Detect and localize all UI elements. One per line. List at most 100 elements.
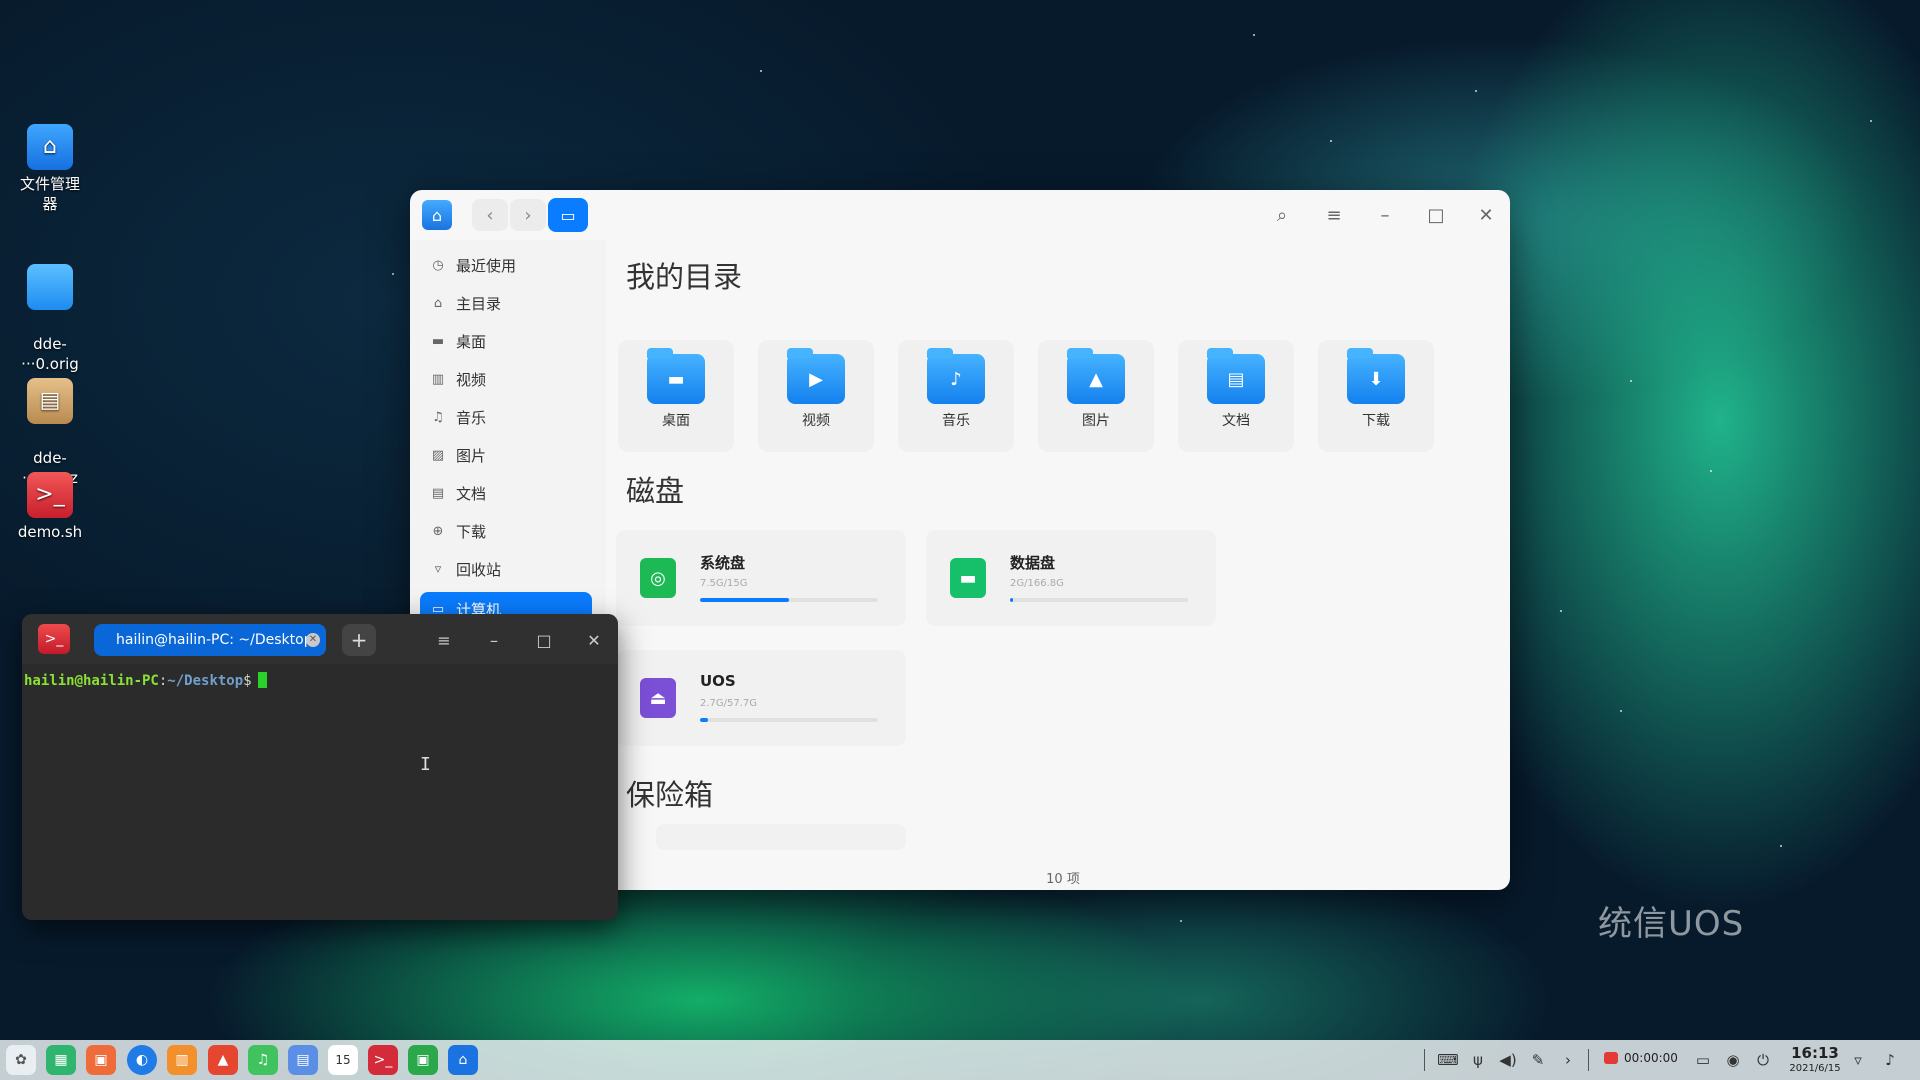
contacts-icon[interactable]: ▤ [288,1045,318,1075]
close-button[interactable]: ✕ [1466,200,1506,230]
disk-icon: ◎ [640,558,676,598]
picture-icon: ▨ [431,447,445,463]
dir-tile-music[interactable]: ♪ 音乐 [898,340,1014,452]
terminal-menu-button[interactable]: ≡ [424,626,464,654]
clock-time: 16:13 [1791,1044,1839,1062]
launcher-icon[interactable]: ✿ [6,1045,36,1075]
chevron-right-icon[interactable]: › [1554,1040,1582,1080]
disk-usage-bar [700,718,878,722]
sidebar-item-trash[interactable]: ▿ 回收站 [420,552,592,586]
document-folder-icon: ▤ [1207,348,1265,404]
trash-tray-icon[interactable]: ▿ [1844,1040,1872,1080]
usb-icon[interactable]: ψ [1464,1040,1492,1080]
keyboard-icon[interactable]: ⌨ [1434,1040,1462,1080]
chevron-right-icon: › [524,204,532,226]
sidebar-item-label: 下载 [456,522,487,541]
network-icon[interactable]: ◉ [1720,1040,1746,1080]
sidebar-item-documents[interactable]: ▤ 文档 [420,476,592,510]
tab-close-icon[interactable]: ✕ [306,633,320,647]
search-button[interactable]: ⌕ [1262,200,1302,230]
browser-icon[interactable]: ◐ [127,1045,157,1075]
power-icon[interactable]: ⏻ [1750,1040,1776,1080]
file-manager-logo-icon: ⌂ [422,200,452,230]
terminal-close-button[interactable]: ✕ [574,626,614,654]
disk-name: 系统盘 [700,554,746,572]
notification-bell-icon[interactable]: ♪ [1876,1040,1904,1080]
new-tab-button[interactable]: + [342,624,376,656]
sidebar-item-videos[interactable]: ▥ 视频 [420,362,592,396]
terminal-cursor [257,672,267,688]
chevron-left-icon: ‹ [486,204,494,226]
computer-icon: ▭ [560,205,576,225]
eject-disk-icon: ⏏ [640,678,676,718]
dir-tile-desktop[interactable]: ▬ 桌面 [618,340,734,452]
disk-name: 数据盘 [1010,554,1056,572]
store-bag-icon[interactable]: ▥ [167,1045,197,1075]
desktop-folder-icon: ▬ [647,348,705,404]
dir-tile-pictures[interactable]: ▲ 图片 [1038,340,1154,452]
sidebar-item-downloads[interactable]: ⊕ 下载 [420,514,592,548]
sidebar-item-pictures[interactable]: ▨ 图片 [420,438,592,472]
terminal-tab[interactable]: hailin@hailin-PC: ~/Desktop ✕ [94,624,326,656]
screenshot-app-icon[interactable]: ▣ [408,1045,438,1075]
disk-usage-fill [700,598,789,602]
back-button[interactable]: ‹ [472,199,508,231]
dir-tile-downloads[interactable]: ⬇ 下载 [1318,340,1434,452]
close-icon: ✕ [1478,204,1494,226]
screen-recorder-status[interactable]: 00:00:00 [1604,1051,1678,1065]
sidebar-item-recent[interactable]: ◷ 最近使用 [420,248,592,282]
terminal-window: >_ hailin@hailin-PC: ~/Desktop ✕ + ≡ – □… [22,614,618,920]
terminal-content[interactable]: hailin@hailin-PC:~/Desktop$ I [22,664,618,920]
display-icon[interactable]: ▭ [1690,1040,1716,1080]
maximize-icon: □ [536,630,552,650]
pen-icon[interactable]: ✎ [1524,1040,1552,1080]
disk-usage-fill [700,718,709,722]
prompt-user: hailin@hailin-PC [24,673,159,689]
desktop-icon-file-manager[interactable]: ⌂ 文件管理器 [14,124,86,214]
sidebar-item-label: 文档 [456,484,487,503]
sidebar-item-desktop[interactable]: ▬ 桌面 [420,324,592,358]
tray-divider [1424,1049,1425,1071]
volume-icon[interactable]: ◀) [1494,1040,1522,1080]
multitask-view-icon[interactable]: ▦ [46,1045,76,1075]
image-viewer-icon[interactable]: ▲ [208,1045,238,1075]
text-cursor-icon: I [420,754,431,775]
minimize-button[interactable]: – [1365,200,1405,230]
app-store-icon[interactable]: ▣ [86,1045,116,1075]
forward-button[interactable]: › [510,199,546,231]
file-manager-taskbar-icon[interactable]: ⌂ [448,1045,478,1075]
section-title-disks: 磁盘 [626,474,685,508]
disk-card-system[interactable]: ◎ 系统盘 7.5G/15G [616,530,906,626]
maximize-button[interactable]: □ [1416,200,1456,230]
dir-label: 桌面 [662,413,690,429]
dir-tile-videos[interactable]: ▶ 视频 [758,340,874,452]
dir-tile-documents[interactable]: ▤ 文档 [1178,340,1294,452]
clock[interactable]: 16:13 2021/6/15 [1782,1044,1848,1075]
terminal-maximize-button[interactable]: □ [524,626,564,654]
disk-size: 2.7G/57.7G [700,698,758,709]
terminal-titlebar: >_ hailin@hailin-PC: ~/Desktop ✕ + ≡ – □… [22,614,618,664]
minimize-icon: – [490,630,498,650]
disk-size: 7.5G/15G [700,578,748,589]
status-bar: 10 项 [1046,872,1080,887]
sidebar-item-label: 最近使用 [456,256,517,275]
vault-card[interactable] [656,824,906,850]
menu-button[interactable]: ≡ [1314,200,1354,230]
section-title-my-directories: 我的目录 [626,260,743,294]
video-icon: ▥ [431,371,445,387]
disk-card-data[interactable]: ▬ 数据盘 2G/166.8G [926,530,1216,626]
sidebar-item-home[interactable]: ⌂ 主目录 [420,286,592,320]
sidebar-item-label: 主目录 [456,294,502,313]
dir-label: 图片 [1082,413,1110,429]
sidebar-item-music[interactable]: ♫ 音乐 [420,400,592,434]
plus-icon: + [350,628,368,652]
desktop-icon-demo-sh[interactable]: >_ demo.sh [14,472,86,542]
sidebar-item-label: 回收站 [456,560,502,579]
music-player-icon[interactable]: ♫ [248,1045,278,1075]
disk-card-uos[interactable]: ⏏ UOS 2.7G/57.7G [616,650,906,746]
calendar-icon[interactable]: 15 [328,1045,358,1075]
dir-label: 文档 [1222,413,1250,429]
breadcrumb-computer-button[interactable]: ▭ [548,198,588,232]
terminal-minimize-button[interactable]: – [474,626,514,654]
terminal-taskbar-icon[interactable]: >_ [368,1045,398,1075]
